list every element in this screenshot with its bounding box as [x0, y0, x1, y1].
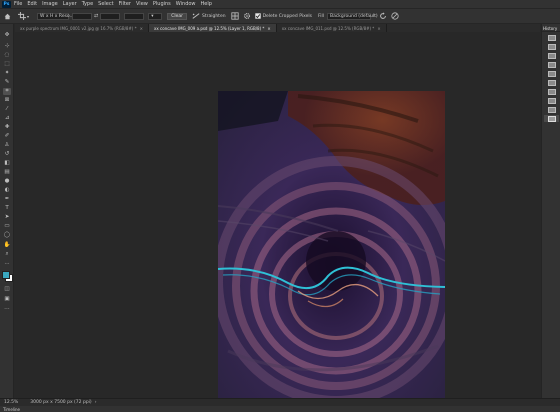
menu-help[interactable]: Help	[201, 1, 212, 7]
menu-edit[interactable]: Edit	[27, 1, 37, 7]
document-info[interactable]: 3000 px x 7500 px (72 ppi)	[30, 400, 91, 405]
eyedropper-tool-icon[interactable]: ⁄	[3, 106, 11, 113]
frame-tool-icon[interactable]: ⊠	[3, 97, 11, 104]
gradient-tool-icon[interactable]: ▤	[3, 169, 11, 176]
timeline-label[interactable]: Timeline	[3, 407, 20, 412]
canvas-area[interactable]	[15, 32, 540, 404]
menu-plugins[interactable]: Plugins	[153, 1, 171, 7]
gear-icon[interactable]	[243, 12, 251, 21]
resolution-field[interactable]	[124, 12, 145, 20]
dodge-tool-icon[interactable]: ◐	[3, 187, 11, 194]
foreground-color-swatch[interactable]	[2, 271, 10, 279]
menu-file[interactable]: File	[14, 1, 22, 7]
overlay-grid-icon[interactable]	[230, 12, 239, 21]
history-state-icon[interactable]	[544, 43, 559, 50]
brush-tool-icon[interactable]: ✐	[3, 133, 11, 140]
cancel-icon[interactable]	[391, 12, 399, 21]
straighten-icon[interactable]	[192, 12, 200, 21]
tab-doc-2[interactable]: xx concave IMG_009 a.psd @ 12.5% (Layer …	[149, 24, 277, 32]
history-state-icon[interactable]	[544, 88, 559, 95]
ratio-select-value: W x H x Reso...	[40, 13, 74, 19]
tab-label: xx concave IMG_009 a.psd @ 12.5% (Layer …	[154, 25, 265, 31]
marquee-tool-icon[interactable]: ⬚	[3, 61, 11, 68]
fill-select[interactable]: Background (default)	[326, 12, 378, 20]
tab-label: xx concave IMG_011.psd @ 12.5% (RGB/8#) …	[281, 25, 375, 31]
path-select-tool-icon[interactable]: ➤	[3, 214, 11, 221]
artboard-tool-icon[interactable]: ⊹	[3, 43, 11, 50]
clear-button-label: Clear	[171, 13, 183, 19]
menu-type[interactable]: Type	[82, 1, 93, 7]
menu-layer[interactable]: Layer	[63, 1, 77, 7]
chevron-right-icon[interactable]: ›	[95, 400, 97, 405]
close-icon[interactable]: ×	[267, 26, 270, 31]
menu-window[interactable]: Window	[176, 1, 196, 7]
photoshop-logo[interactable]: Ps	[2, 0, 11, 8]
history-state-icon[interactable]	[544, 106, 559, 113]
resolution-unit-select[interactable]: ▾	[148, 12, 163, 20]
delete-cropped-checkbox[interactable]	[254, 12, 261, 21]
document-tabs: xx purple spectrum IMG_0001 v2.jpg @ 16.…	[15, 24, 540, 32]
history-state-icon-active[interactable]	[544, 115, 559, 122]
height-field[interactable]	[100, 12, 121, 20]
close-icon[interactable]: ×	[377, 26, 380, 31]
hand-tool-icon[interactable]: ✋	[3, 242, 11, 249]
delete-cropped-label: Delete Cropped Pixels	[262, 13, 312, 19]
pen-tool-icon[interactable]: ✒	[3, 196, 11, 203]
menu-image[interactable]: Image	[42, 1, 58, 7]
zoom-tool-icon[interactable]: ⌕	[3, 251, 11, 258]
ruler-tool-icon[interactable]: ⊿	[3, 115, 11, 122]
clone-stamp-tool-icon[interactable]: ♙	[3, 142, 11, 149]
history-state-icon[interactable]	[544, 70, 559, 77]
move-tool-icon[interactable]: ✥	[3, 32, 11, 39]
history-state-icon[interactable]	[544, 34, 559, 41]
clear-button[interactable]: Clear	[167, 12, 187, 20]
history-state-icon[interactable]	[544, 97, 559, 104]
healing-brush-tool-icon[interactable]: ✚	[3, 124, 11, 131]
fill-select-value: Background (default)	[329, 13, 378, 19]
history-brush-tool-icon[interactable]: ↺	[3, 151, 11, 158]
straighten-label[interactable]: Straighten	[202, 14, 226, 19]
quick-select-tool-icon[interactable]: ✎	[3, 79, 11, 86]
tab-doc-1[interactable]: xx purple spectrum IMG_0001 v2.jpg @ 16.…	[15, 24, 150, 32]
tab-label: xx purple spectrum IMG_0001 v2.jpg @ 16.…	[20, 25, 137, 31]
home-icon[interactable]	[3, 12, 12, 21]
options-bar: ▾ W x H x Reso... ⇄ ▾ Clear Straighten D…	[0, 8, 560, 24]
close-icon[interactable]: ×	[140, 26, 143, 31]
document-canvas[interactable]	[218, 91, 445, 404]
menu-select[interactable]: Select	[98, 1, 113, 7]
crop-tool-preset-icon[interactable]: ▾	[18, 12, 29, 21]
timeline-panel: Timeline	[0, 406, 560, 412]
menu-bar: Ps File Edit Image Layer Type Select Fil…	[0, 0, 560, 8]
width-field[interactable]	[72, 12, 93, 20]
ratio-select[interactable]: W x H x Reso...	[37, 12, 74, 20]
tab-doc-3[interactable]: xx concave IMG_011.psd @ 12.5% (RGB/8#) …	[277, 24, 387, 32]
type-tool-icon[interactable]: T	[3, 205, 11, 212]
more-tools-icon[interactable]: ···	[3, 261, 11, 268]
status-bar: 12.5% 3000 px x 7500 px (72 ppi) ›	[0, 398, 560, 406]
quick-mask-icon[interactable]: ◫	[3, 286, 11, 293]
fill-label: Fill	[317, 13, 324, 19]
reset-icon[interactable]	[379, 12, 387, 21]
history-state-icon[interactable]	[544, 52, 559, 59]
screen-mode-icon[interactable]: ▣	[3, 296, 11, 303]
ellipse-tool-icon[interactable]: ◯	[3, 232, 11, 239]
menu-filter[interactable]: Filter	[119, 1, 131, 7]
edit-toolbar-icon[interactable]: ⋯	[3, 306, 11, 313]
eraser-tool-icon[interactable]: ◧	[3, 160, 11, 167]
history-state-icon[interactable]	[544, 61, 559, 68]
history-state-icon[interactable]	[544, 79, 559, 86]
swap-icon[interactable]: ⇄	[94, 12, 98, 21]
rectangle-tool-icon[interactable]: ▭	[3, 223, 11, 230]
history-panel: History	[541, 24, 560, 398]
history-panel-title[interactable]: History	[542, 24, 560, 32]
zoom-level[interactable]: 12.5%	[4, 400, 18, 405]
lasso-tool-icon[interactable]: ◌	[3, 52, 11, 59]
chevron-down-icon: ▾	[151, 13, 154, 19]
crop-tool-icon[interactable]: ⌗	[3, 88, 11, 95]
magic-wand-tool-icon[interactable]: ✦	[3, 70, 11, 77]
tools-panel: ✥ ⊹ ◌ ⬚ ✦ ✎ ⌗ ⊠ ⁄ ⊿ ✚ ✐ ♙ ↺ ◧ ▤ ● ◐ ✒ T …	[0, 24, 14, 398]
menu-view[interactable]: View	[136, 1, 148, 7]
blur-tool-icon[interactable]: ●	[3, 178, 11, 185]
